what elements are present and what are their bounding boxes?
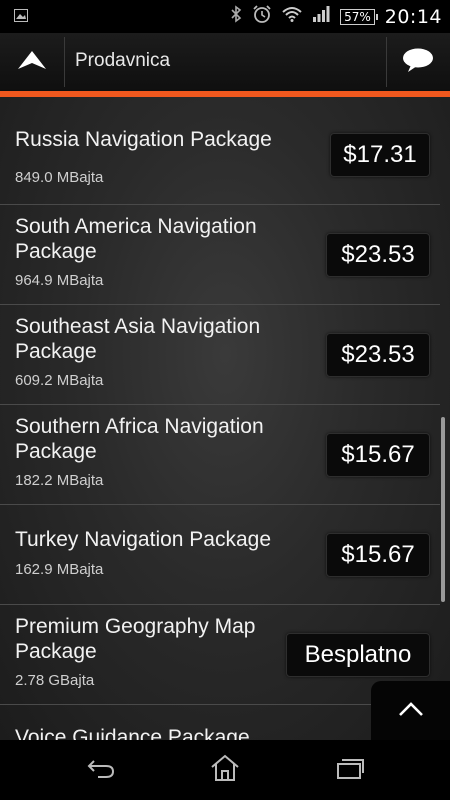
scroll-to-top-button[interactable] <box>371 681 450 740</box>
up-arrow-icon <box>16 49 48 76</box>
package-name: Southern Africa Navigation Package <box>15 415 264 463</box>
package-size: 162.9 MBajta <box>15 561 104 578</box>
action-bar-divider <box>64 37 65 87</box>
alarm-clock-icon <box>252 4 272 29</box>
chat-button[interactable] <box>386 33 450 91</box>
package-size: 182.2 MBajta <box>15 472 104 489</box>
price-button[interactable]: $23.53 <box>326 333 430 377</box>
price-button[interactable]: $17.31 <box>330 133 430 177</box>
navigation-bar <box>0 740 450 800</box>
price-button[interactable]: $15.67 <box>326 533 430 577</box>
package-size: 849.0 MBajta <box>15 169 104 186</box>
free-button[interactable]: Besplatno <box>286 633 430 677</box>
list-item[interactable]: South America Navigation Package 964.9 M… <box>0 205 440 305</box>
package-name: Turkey Navigation Package <box>15 528 272 551</box>
up-button[interactable] <box>0 33 64 91</box>
list-item[interactable]: Russia Navigation Package 849.0 MBajta $… <box>0 105 440 205</box>
home-button[interactable] <box>205 754 245 786</box>
price-button[interactable]: $15.67 <box>326 433 430 477</box>
list-item[interactable]: Southern Africa Navigation Package 182.2… <box>0 405 440 505</box>
package-name: Southeast Asia Navigation Package <box>15 315 261 363</box>
package-size: 2.78 GBajta <box>15 672 95 689</box>
list-item[interactable]: Southeast Asia Navigation Package 609.2 … <box>0 305 440 405</box>
package-size: 609.2 MBajta <box>15 372 104 389</box>
wifi-icon <box>282 6 302 27</box>
recent-apps-icon <box>335 756 365 785</box>
status-bar: 57% 20:14 <box>0 0 450 33</box>
package-name: Premium Geography Map Package <box>15 615 256 663</box>
back-button[interactable] <box>81 754 121 786</box>
scrollbar[interactable] <box>441 417 445 602</box>
back-icon <box>86 757 116 784</box>
package-name: Russia Navigation Package <box>15 128 272 151</box>
price-button[interactable]: $23.53 <box>326 233 430 277</box>
signal-icon <box>312 6 330 27</box>
package-list[interactable]: Russia Navigation Package 849.0 MBajta $… <box>0 97 450 740</box>
action-bar: Prodavnica <box>0 33 450 91</box>
image-notification-icon <box>14 9 28 27</box>
package-size: 964.9 MBajta <box>15 272 104 289</box>
battery-icon: 57% <box>340 8 378 25</box>
package-name: Voice Guidance Package <box>15 726 250 740</box>
chevron-up-icon <box>398 701 424 722</box>
package-name: South America Navigation Package <box>15 215 257 263</box>
recent-apps-button[interactable] <box>330 754 370 786</box>
chat-bubble-icon <box>402 47 434 78</box>
page-title: Prodavnica <box>75 50 171 71</box>
home-icon <box>210 754 240 787</box>
clock: 20:14 <box>384 5 442 28</box>
list-item[interactable]: Turkey Navigation Package 162.9 MBajta $… <box>0 505 440 605</box>
bluetooth-icon <box>230 5 242 28</box>
